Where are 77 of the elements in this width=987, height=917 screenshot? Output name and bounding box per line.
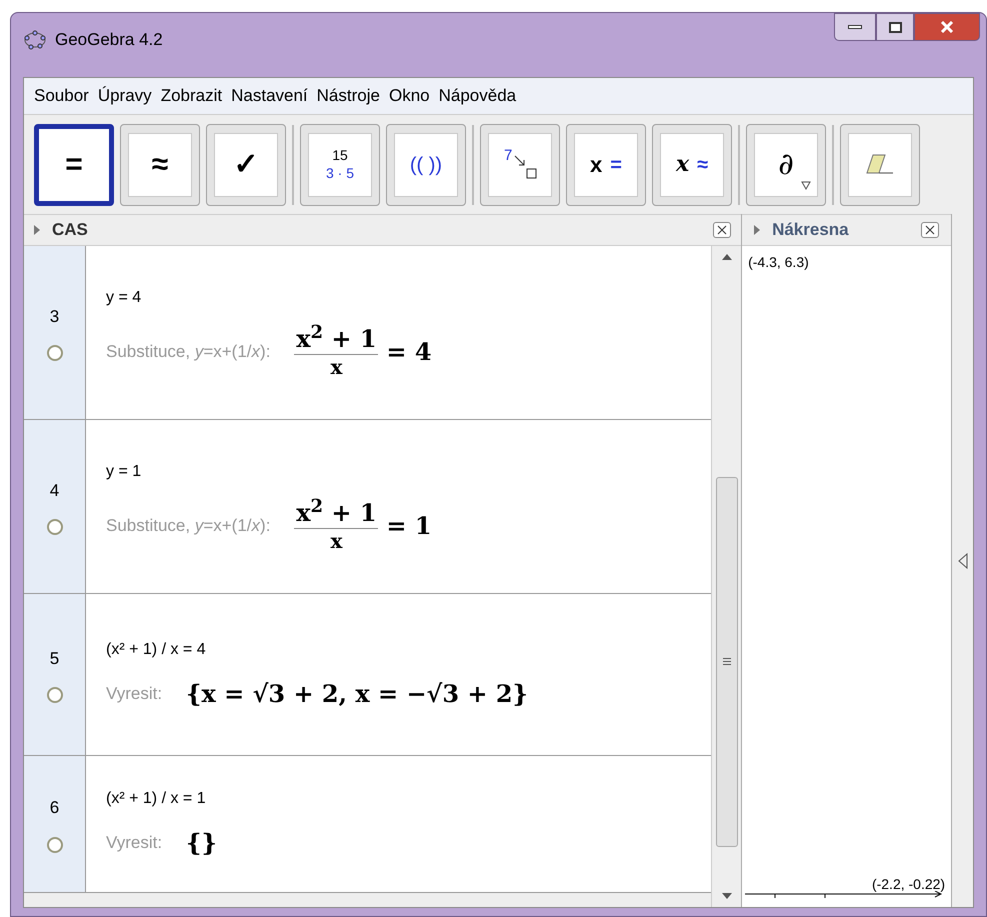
row-number: 3 [50,306,60,328]
tool-button[interactable]: ∂ [746,124,826,206]
command-label: Substituce, y=x+(1/x): [106,514,270,537]
tool-product: 3 · 5 [326,164,354,182]
row-number: 5 [50,648,60,670]
menu-item[interactable]: Nápověda [438,83,516,109]
panel-expand-icon[interactable] [754,225,760,235]
tool-number: 7 [504,146,512,166]
tool-button[interactable]: = [34,124,114,206]
command-label: Vyresit: [106,832,162,854]
panel-title: Nákresna [772,219,850,242]
equation-rhs: = 1 [386,510,432,542]
tool-button[interactable] [840,124,920,206]
row-number: 6 [50,797,60,820]
tool-button[interactable]: ✓ [206,124,286,206]
tool-variable: x [676,150,690,179]
tool-symbol: = [65,150,83,180]
row-number: 4 [50,480,60,502]
tool-button[interactable]: 15 3 · 5 [300,124,380,206]
close-icon [717,225,728,235]
cas-input[interactable]: (x² + 1) / x = 1 [106,787,692,811]
corner-coordinates: (-2.2, -0.22) [872,877,946,891]
cas-input[interactable]: (x² + 1) / x = 4 [106,638,692,662]
menu-item[interactable]: Zobrazit [160,83,222,109]
tool-symbol: = [610,152,622,178]
arrow-square-icon [514,154,538,180]
menu-item[interactable]: Úpravy [98,83,152,109]
close-panel-button[interactable] [921,222,940,238]
row-marble-icon[interactable] [46,519,62,536]
fraction-denominator: x [330,528,342,554]
math-output: {x = √3 + 2, x = −√3 + 2} [186,678,528,710]
scroll-up-icon[interactable] [722,254,732,260]
menu-item[interactable]: Nástroje [316,83,380,109]
tool-button[interactable]: (( )) [386,124,466,206]
close-icon [940,21,954,33]
tool-symbol: ≈ [152,150,168,180]
menu-item[interactable]: Okno [388,83,430,109]
tool-symbol: (( )) [410,152,442,178]
equation-rhs: = 4 [386,336,432,368]
row-marble-icon[interactable] [46,345,62,362]
tool-number: 15 [332,147,348,164]
math-output: {} [186,827,217,859]
eraser-icon [865,152,895,176]
tool-symbol: ✓ [234,150,258,180]
close-button[interactable] [914,13,980,41]
panel-title: CAS [52,219,89,242]
fraction-numerator: x$^{2}$ + 1 [296,324,377,354]
panel-expand-icon[interactable] [34,225,40,235]
app-logo-icon [23,30,47,50]
fraction-denominator: x [330,354,342,380]
row-marble-icon[interactable] [46,687,62,704]
command-label: Substituce, y=x+(1/x): [106,340,270,363]
close-panel-button[interactable] [713,222,732,238]
row-marble-icon[interactable] [46,836,62,853]
fraction-numerator: x$^{2}$ + 1 [296,498,377,528]
cas-input[interactable]: y = 4 [106,286,692,310]
tool-symbol: ≈ [697,152,708,178]
tool-button[interactable]: 7 [480,124,560,206]
tool-button[interactable]: ≈ [120,124,200,206]
scrollbar-thumb[interactable] [716,476,738,846]
sidebar-toggle-icon[interactable] [958,552,968,568]
scroll-down-icon[interactable] [722,893,732,899]
minimize-button[interactable] [834,13,876,41]
tool-variable: x [590,151,602,179]
corner-coordinates: (-4.3, 6.3) [748,253,810,272]
cas-input[interactable]: y = 1 [106,460,692,484]
tool-button[interactable]: x = [566,124,646,206]
menu-item[interactable]: Nastavení [231,83,308,109]
tool-button[interactable]: x ≈ [652,124,732,206]
maximize-button[interactable] [876,13,914,41]
menu-item[interactable]: Soubor [34,83,89,109]
close-icon [925,225,936,235]
grip-icon [722,658,731,665]
tool-symbol: ∂ [778,146,794,184]
dropdown-triangle-icon [801,180,811,190]
window-title: GeoGebra 4.2 [55,29,163,51]
command-label: Vyresit: [106,682,162,705]
